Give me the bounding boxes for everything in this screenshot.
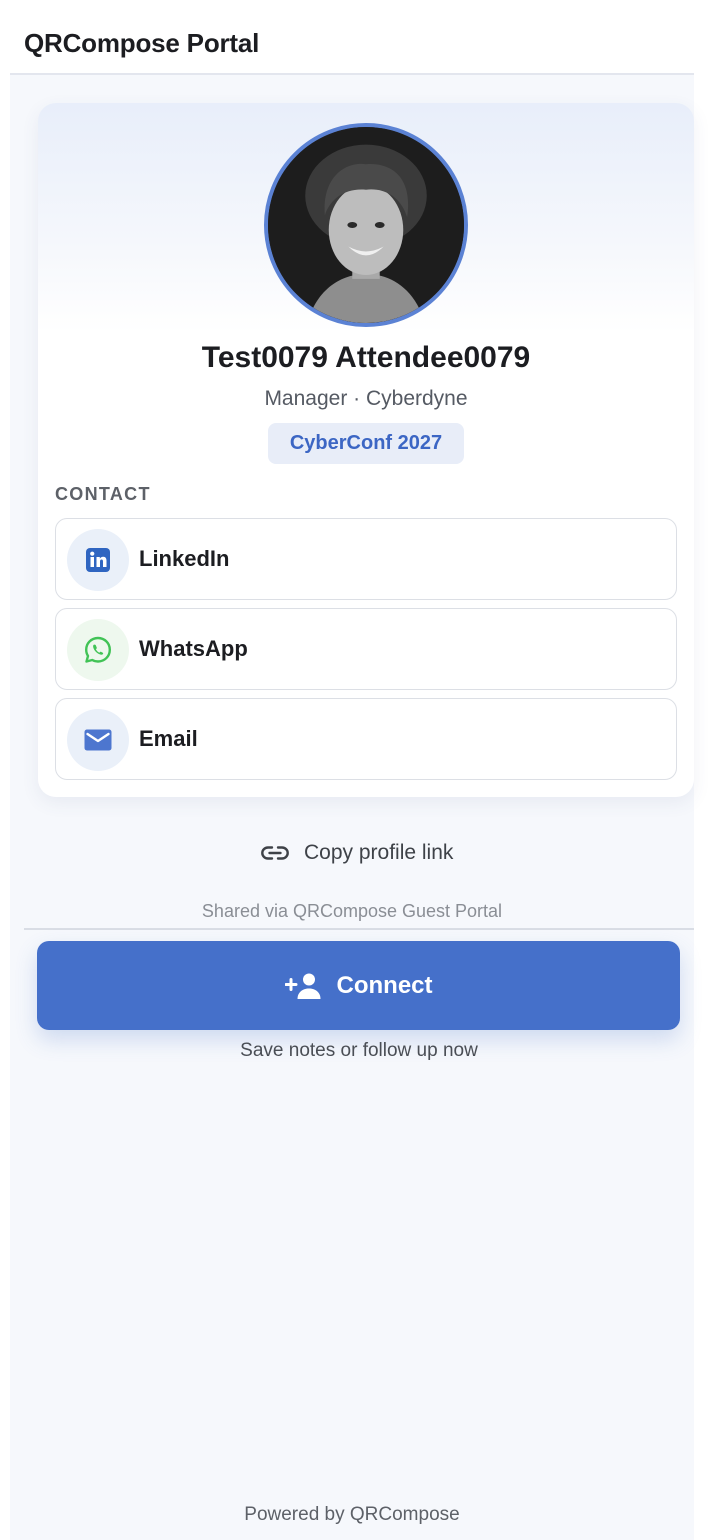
connect-label: Connect	[336, 971, 433, 999]
mail-icon	[84, 729, 112, 751]
contact-email-label: Email	[139, 725, 198, 751]
contact-linkedin-button[interactable]: LinkedIn	[55, 518, 677, 600]
linkedin-icon-circle	[67, 529, 129, 591]
link-icon	[261, 846, 289, 860]
whatsapp-icon-circle	[67, 619, 129, 681]
avatar	[264, 123, 468, 327]
profile-page: Test0079 Attendee0079 Manager · Cyberdyn…	[10, 75, 694, 1540]
profile-card: Test0079 Attendee0079 Manager · Cyberdyn…	[38, 103, 694, 797]
copy-profile-link-button[interactable]: Copy profile link	[260, 837, 453, 869]
app-title: QRCompose Portal	[24, 28, 260, 58]
app-header: QRCompose Portal	[10, 0, 694, 75]
connect-button[interactable]: Connect	[37, 941, 680, 1030]
contact-whatsapp-label: WhatsApp	[139, 635, 248, 661]
event-badge: CyberConf 2027	[268, 423, 464, 464]
contact-whatsapp-button[interactable]: WhatsApp	[55, 608, 677, 690]
profile-name: Test0079 Attendee0079	[201, 341, 531, 374]
profile-role-company: Manager · Cyberdyne	[264, 387, 468, 410]
mail-icon-circle	[67, 709, 129, 771]
copy-profile-link-label: Copy profile link	[304, 841, 454, 864]
contact-linkedin-label: LinkedIn	[139, 545, 230, 571]
add-person-icon	[284, 973, 320, 999]
powered-by-footer: Powered by QRCompose	[244, 1504, 460, 1525]
avatar-photo	[268, 127, 464, 323]
contact-section-label: CONTACT	[55, 484, 151, 504]
divider	[24, 928, 694, 930]
whatsapp-icon	[85, 636, 111, 663]
connect-hint: Save notes or follow up now	[240, 1040, 478, 1061]
contact-email-button[interactable]: Email	[55, 698, 677, 780]
linkedin-icon	[86, 548, 110, 572]
shared-via-note: Shared via QRCompose Guest Portal	[201, 901, 503, 921]
